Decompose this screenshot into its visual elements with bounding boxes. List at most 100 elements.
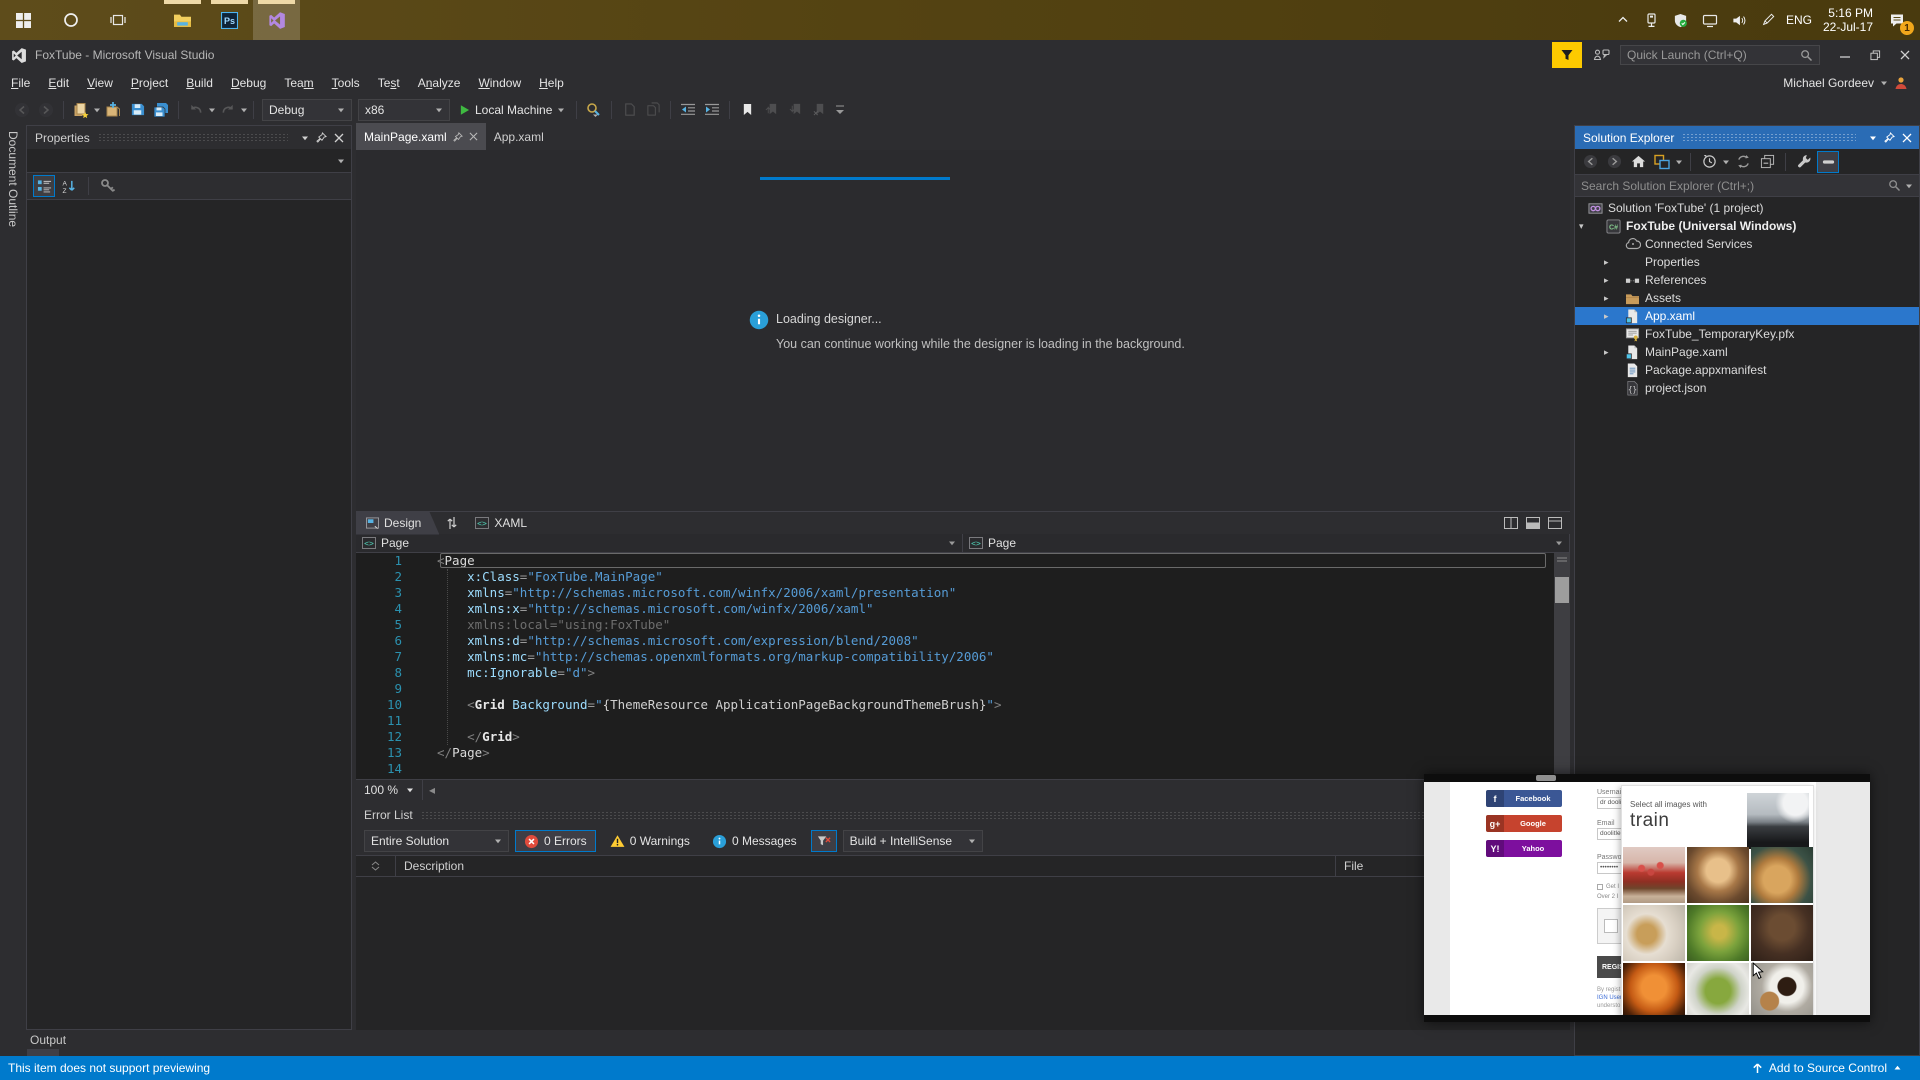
solution-platform-dropdown[interactable]: x86 <box>358 98 450 121</box>
swap-panes-icon[interactable] <box>439 512 465 535</box>
warnings-filter-button[interactable]: 0 Warnings <box>602 830 698 852</box>
code-line-5[interactable]: 5 xmlns:local="using:FoxTube" <box>356 617 1570 633</box>
taskbar-file-explorer-icon[interactable] <box>159 0 206 40</box>
quick-launch-input[interactable]: Quick Launch (Ctrl+Q) <box>1620 45 1820 65</box>
zoom-level-dropdown[interactable]: 100 % <box>356 780 424 800</box>
save-all-button[interactable] <box>149 99 173 121</box>
menu-analyze[interactable]: Analyze <box>409 72 470 94</box>
add-new-item-button[interactable] <box>101 99 125 121</box>
find-in-files-button[interactable] <box>582 99 606 121</box>
save-button[interactable] <box>125 99 149 121</box>
yahoo-login-button[interactable]: Y! Yahoo <box>1486 840 1562 857</box>
collapse-all-button[interactable] <box>1756 151 1778 173</box>
vs-titlebar[interactable]: FoxTube - Microsoft Visual Studio Quick … <box>0 40 1920 70</box>
xaml-code-editor[interactable]: 1 <Page 2 x:Class="FoxTube.MainPage" 3 xmln… <box>356 553 1570 779</box>
menu-window[interactable]: Window <box>469 72 530 94</box>
error-list-body[interactable] <box>356 877 1570 1030</box>
captcha-image-orange-bowl[interactable] <box>1623 963 1685 1015</box>
collapse-pane-icon[interactable] <box>1546 515 1564 531</box>
taskbar-visual-studio-icon[interactable] <box>253 0 300 40</box>
menu-team[interactable]: Team <box>275 72 322 94</box>
properties-object-dropdown[interactable] <box>27 149 351 173</box>
captcha-image-strawberry-cake[interactable] <box>1623 847 1685 903</box>
menu-edit[interactable]: Edit <box>39 72 78 94</box>
recaptcha-checkbox[interactable] <box>1604 919 1618 933</box>
decrease-indent-button[interactable] <box>676 99 700 121</box>
scrollbar-thumb[interactable] <box>1555 577 1569 603</box>
next-bookmark-button[interactable] <box>783 99 807 121</box>
start-debugging-button[interactable]: Local Machine <box>453 99 571 121</box>
solution-explorer-search-input[interactable]: Search Solution Explorer (Ctrl+;) <box>1575 175 1919 197</box>
pin-icon[interactable] <box>1881 129 1898 146</box>
usb-device-icon[interactable] <box>1641 7 1663 33</box>
filter-caret-icon[interactable] <box>1722 158 1730 166</box>
taskbar-photoshop-icon[interactable]: Ps <box>206 0 253 40</box>
design-view-tab[interactable]: Design <box>356 512 439 535</box>
error-source-filter-icon[interactable] <box>810 830 837 852</box>
captcha-image-salad-plate[interactable] <box>1687 963 1749 1015</box>
window-position-caret-icon[interactable] <box>1864 129 1881 146</box>
solution-explorer-header[interactable]: Solution Explorer <box>1575 126 1919 149</box>
search-options-caret-icon[interactable] <box>1905 182 1913 190</box>
expand-arrow-icon[interactable]: ▸ <box>1604 275 1609 286</box>
menu-view[interactable]: View <box>78 72 122 94</box>
user-dropdown-caret-icon[interactable] <box>1880 79 1888 87</box>
close-button[interactable] <box>1890 41 1920 69</box>
redo-button[interactable] <box>216 99 240 121</box>
code-line-6[interactable]: 6 xmlns:d="http://schemas.microsoft.com/… <box>356 633 1570 649</box>
menu-help[interactable]: Help <box>530 72 573 94</box>
document-tab-mainpage.xaml[interactable]: MainPage.xaml <box>356 123 486 150</box>
taskbar-start-icon[interactable] <box>0 0 47 40</box>
code-line-8[interactable]: 8 mc:Ignorable="d"> <box>356 665 1570 681</box>
copy-button[interactable] <box>641 99 665 121</box>
breadcrumb-caret-icon[interactable] <box>948 539 956 547</box>
undo-button[interactable] <box>184 99 208 121</box>
properties-header[interactable]: Properties <box>27 126 351 149</box>
error-source-dropdown[interactable]: Build + IntelliSense <box>842 830 983 852</box>
code-line-10[interactable]: 10 <Grid Background="{ThemeResource Appl… <box>356 697 1570 713</box>
code-line-3[interactable]: 3 xmlns="http://schemas.microsoft.com/wi… <box>356 585 1570 601</box>
pen-icon[interactable] <box>1757 7 1779 33</box>
add-to-source-control-button[interactable]: Add to Source Control <box>1752 1061 1912 1075</box>
error-scope-dropdown[interactable]: Entire Solution <box>364 830 509 852</box>
undo-caret-icon[interactable] <box>208 106 216 114</box>
tree-item-project-json[interactable]: {} project.json <box>1575 379 1919 397</box>
code-line-9[interactable]: 9 <box>356 681 1570 697</box>
properties-button[interactable] <box>1793 151 1815 173</box>
defender-shield-icon[interactable] <box>1670 7 1692 33</box>
menu-tools[interactable]: Tools <box>323 72 369 94</box>
expand-arrow-icon[interactable]: ▸ <box>1604 347 1609 358</box>
pin-icon[interactable] <box>313 129 330 146</box>
errors-filter-button[interactable]: 0 Errors <box>515 830 596 852</box>
code-line-4[interactable]: 4 xmlns:x="http://schemas.microsoft.com/… <box>356 601 1570 617</box>
newsletter-checkbox[interactable]: Get I <box>1597 884 1619 890</box>
breadcrumb-left[interactable]: <> Page <box>356 534 963 552</box>
editor-vertical-scrollbar[interactable] <box>1554 553 1570 779</box>
categorized-button[interactable] <box>33 175 55 197</box>
navigate-forward-button[interactable] <box>34 99 58 121</box>
send-feedback-icon[interactable] <box>1588 42 1614 68</box>
solution-configuration-dropdown[interactable]: Debug <box>262 98 352 121</box>
code-line-2[interactable]: 2 x:Class="FoxTube.MainPage" <box>356 569 1570 585</box>
tree-item-connected-services[interactable]: Connected Services <box>1575 235 1919 253</box>
action-center-icon[interactable]: 1 <box>1884 7 1914 35</box>
code-line-12[interactable]: 12 </Grid> <box>356 729 1570 745</box>
code-line-7[interactable]: 7 xmlns:mc="http://schemas.openxmlformat… <box>356 649 1570 665</box>
floating-preview-window[interactable]: f Facebook g+ Google Y! Yahoo Usernai dr dool… <box>1424 774 1870 1022</box>
tree-item-assets[interactable]: ▸ Assets <box>1575 289 1919 307</box>
tree-item-solution-foxtube-1-project[interactable]: Solution 'FoxTube' (1 project) <box>1575 199 1919 217</box>
captcha-image-coffee-beans[interactable] <box>1751 905 1813 961</box>
close-panel-icon[interactable] <box>330 129 347 146</box>
menu-file[interactable]: File <box>2 72 39 94</box>
close-tab-icon[interactable] <box>469 132 478 141</box>
tree-item-foxtube-universal-windows[interactable]: ▾ C# FoxTube (Universal Windows) <box>1575 217 1919 235</box>
captcha-image-taco-salad[interactable] <box>1687 905 1749 961</box>
facebook-login-button[interactable]: f Facebook <box>1486 790 1562 807</box>
close-panel-icon[interactable] <box>1898 129 1915 146</box>
taskbar-clock[interactable]: 5:16 PM 22-Jul-17 <box>1819 6 1877 34</box>
tree-item-references[interactable]: ▸ References <box>1575 271 1919 289</box>
pending-changes-filter-button[interactable] <box>1698 151 1720 173</box>
pin-tab-icon[interactable] <box>452 131 463 142</box>
network-icon[interactable] <box>1699 7 1721 33</box>
switch-views-caret-icon[interactable] <box>1675 158 1683 166</box>
